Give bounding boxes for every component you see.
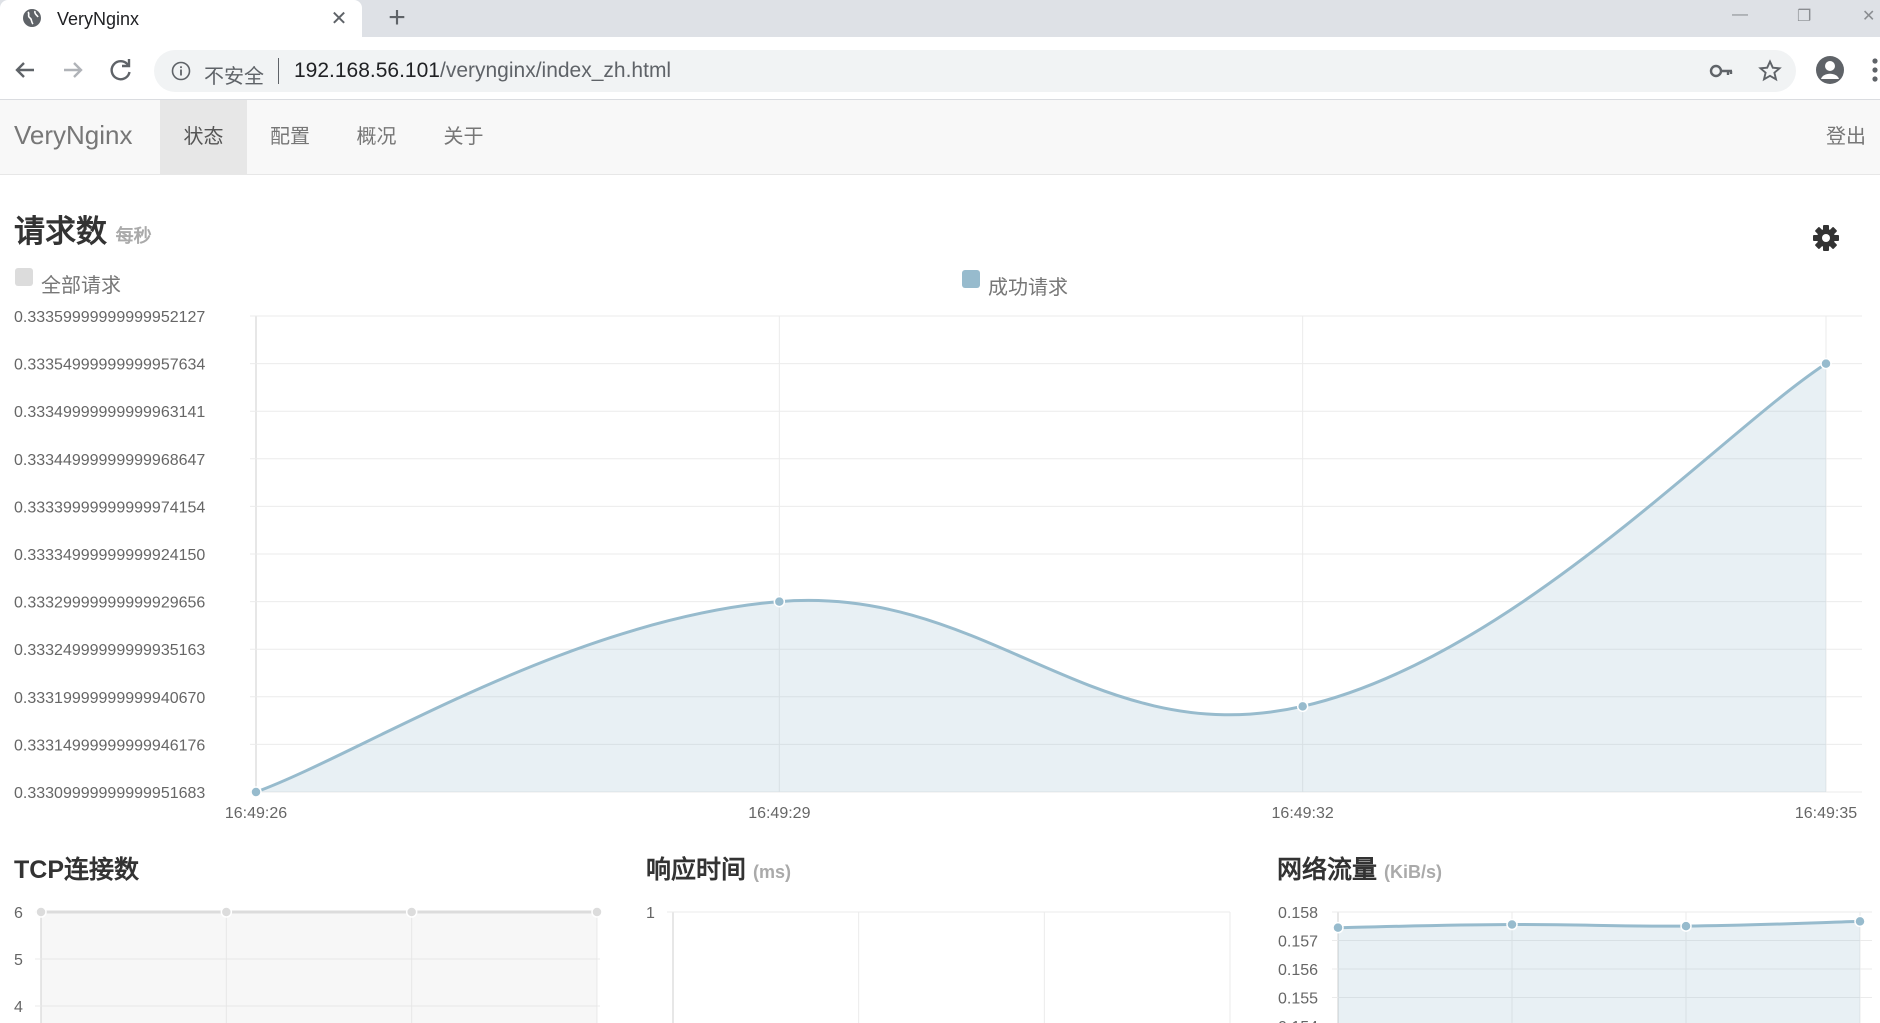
requests-chart: 0.33359999999999952127 0.3335499999999995… (14, 309, 1862, 822)
traffic-data-point (1854, 915, 1866, 928)
back-icon[interactable] (9, 54, 41, 86)
traffic-ytick-label: 0.157 (1278, 934, 1318, 951)
globe-icon (23, 9, 41, 27)
key-icon[interactable] (1709, 60, 1735, 82)
legend-all-label[interactable]: 全部请求 (41, 269, 121, 298)
restore-icon[interactable]: ❐ (1797, 6, 1811, 26)
url-path: /verynginx/index_zh.html (439, 59, 672, 82)
requests-ytick-label: 0.33324999999999935163 (14, 642, 205, 659)
info-icon[interactable] (171, 61, 191, 81)
response-ytick-label: 1 (646, 905, 655, 922)
traffic-data-point (1506, 918, 1518, 931)
traffic-ytick-label: 0.155 (1278, 991, 1318, 1008)
nav-summary[interactable]: 概况 (333, 100, 420, 174)
insecure-label: 不安全 (204, 66, 264, 88)
traffic-ytick-label: 0.154 (1278, 1019, 1318, 1023)
tab-title: VeryNginx (57, 9, 140, 29)
tcp-data-point (220, 906, 233, 918)
close-tab-icon[interactable]: ✕ (328, 6, 350, 31)
address-bar[interactable]: 不安全 192.168.56.101/verynginx/index_zh.ht… (154, 50, 1796, 92)
close-window-icon[interactable]: ✕ (1862, 6, 1875, 26)
requests-title: 请求数 每秒 (14, 206, 152, 251)
requests-series-area (256, 363, 1826, 792)
logout-link[interactable]: 登出 (1826, 100, 1866, 174)
response-chart: 1 (646, 905, 1231, 1023)
response-title: 响应时间 (ms) (646, 850, 791, 886)
traffic-chart: 0.158 0.157 0.156 0.155 0.154 (1278, 905, 1872, 1023)
tcp-data-point (35, 906, 47, 918)
nav-about[interactable]: 关于 (420, 100, 507, 174)
app-navbar: VeryNginx 状态 配置 概况 关于 登出 (0, 100, 1880, 175)
forward-icon[interactable] (57, 54, 89, 86)
url-text[interactable]: 192.168.56.101/verynginx/index_zh.html (294, 59, 671, 83)
requests-ytick-label: 0.33314999999999946176 (14, 737, 205, 754)
url-separator (278, 58, 279, 84)
requests-unit: 每秒 (115, 226, 152, 246)
requests-data-point (773, 595, 786, 608)
requests-ytick-label: 0.33319999999999940670 (14, 690, 205, 707)
tcp-ytick-label: 6 (14, 905, 23, 922)
profile-avatar-icon[interactable] (1815, 55, 1845, 85)
requests-data-point (250, 786, 262, 798)
traffic-unit: (KiB/s) (1383, 862, 1442, 882)
star-icon[interactable] (1758, 59, 1782, 83)
requests-title-text: 请求数 (14, 214, 107, 249)
gear-icon[interactable] (1811, 223, 1841, 253)
browser-tab[interactable]: VeryNginx ✕ (0, 0, 362, 37)
legend-success-label[interactable]: 成功请求 (988, 271, 1068, 300)
reload-icon[interactable] (105, 54, 137, 86)
url-host: 192.168.56.101 (294, 59, 440, 82)
traffic-ytick-label: 0.156 (1278, 962, 1318, 979)
traffic-data-point (1680, 920, 1692, 932)
requests-data-point (1820, 357, 1832, 370)
traffic-title: 网络流量 (KiB/s) (1277, 850, 1442, 886)
traffic-title-text: 网络流量 (1277, 856, 1378, 884)
requests-ytick-label: 0.33354999999999957634 (14, 357, 205, 374)
browser-tabstrip: VeryNginx ✕ + — ❐ ✕ (0, 0, 1880, 37)
requests-ytick-label: 0.33334999999999924150 (14, 547, 205, 564)
requests-xtick-label: 16:49:26 (225, 805, 287, 822)
requests-ytick-label: 0.33349999999999963141 (14, 404, 205, 421)
requests-ytick-label: 0.33344999999999968647 (14, 452, 205, 469)
traffic-data-point (1332, 921, 1344, 934)
minimize-icon[interactable]: — (1732, 6, 1748, 24)
requests-ytick-label: 0.33329999999999929656 (14, 595, 205, 612)
requests-ytick-label: 0.33309999999999951683 (14, 785, 205, 802)
tcp-title: TCP连接数 (14, 856, 140, 884)
tcp-chart: 6 5 4 (14, 905, 603, 1023)
tcp-ytick-label: 4 (14, 999, 23, 1016)
requests-xtick-label: 16:49:35 (1795, 805, 1857, 822)
legend-success-swatch (962, 270, 980, 288)
tcp-series-area (41, 912, 597, 1023)
brand-logo[interactable]: VeryNginx (14, 120, 133, 151)
menu-dots-icon[interactable] (1870, 56, 1880, 84)
new-tab-icon[interactable]: + (383, 1, 411, 35)
legend-all-swatch (15, 268, 33, 286)
nav-config[interactable]: 配置 (247, 100, 333, 174)
nav-status[interactable]: 状态 (160, 100, 247, 174)
requests-ytick-label: 0.33359999999999952127 (14, 309, 205, 326)
response-unit: (ms) (752, 862, 791, 882)
tcp-data-point (591, 906, 603, 918)
tcp-data-point (405, 906, 418, 918)
requests-ytick-label: 0.33339999999999974154 (14, 499, 205, 516)
traffic-ytick-label: 0.158 (1278, 905, 1318, 922)
requests-data-point (1296, 700, 1309, 713)
traffic-series-area (1338, 921, 1860, 1023)
response-title-text: 响应时间 (646, 856, 747, 884)
requests-xtick-label: 16:49:29 (748, 805, 810, 822)
requests-xtick-label: 16:49:32 (1272, 805, 1334, 822)
tcp-ytick-label: 5 (14, 952, 23, 969)
